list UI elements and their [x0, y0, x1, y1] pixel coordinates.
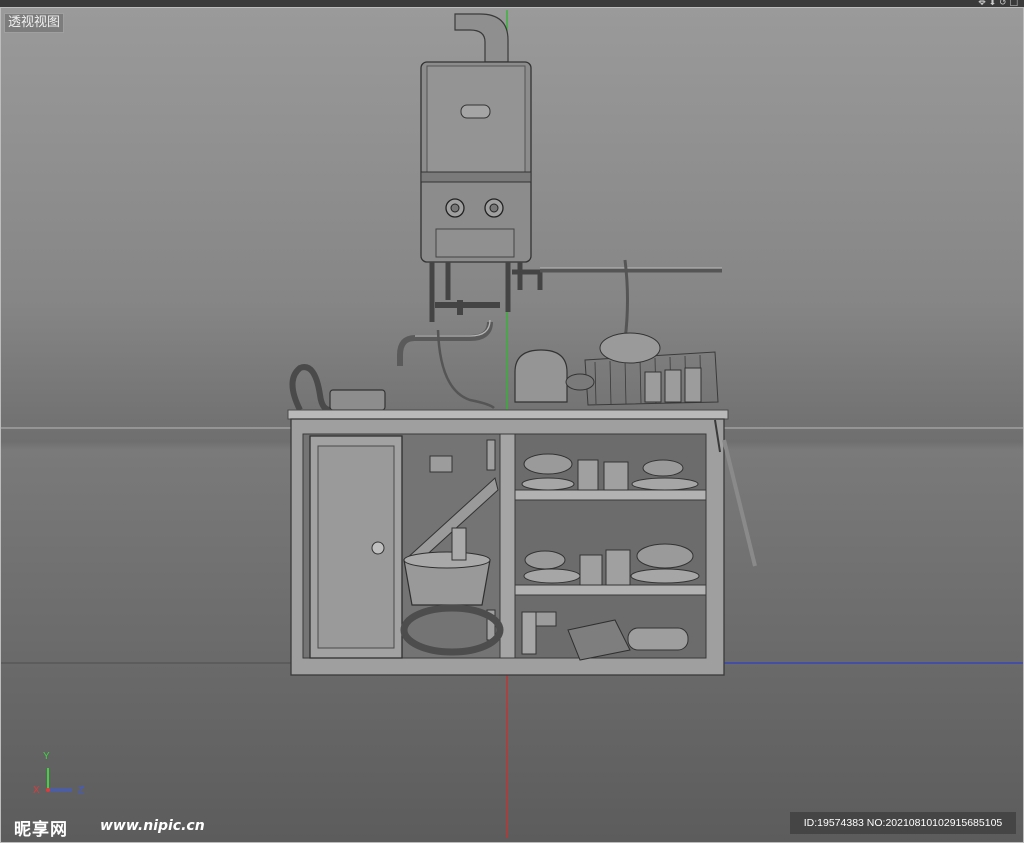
- axis-y-label: Y: [43, 751, 50, 762]
- gas-bottle: [627, 627, 689, 651]
- axis-z-label: Z: [78, 785, 85, 796]
- bucket-rim: [403, 551, 491, 569]
- heater-knob-left-inner: [450, 203, 460, 213]
- heater-knob-right-inner: [489, 203, 499, 213]
- bowl-3: [524, 550, 566, 570]
- shelf-top: [514, 489, 707, 501]
- door-knob: [371, 541, 385, 555]
- plate-stack-4: [523, 568, 581, 584]
- rice-cooker: [514, 349, 568, 403]
- flue-pipe: [454, 13, 509, 63]
- rack-plate: [599, 332, 661, 364]
- water-heater-band: [420, 171, 532, 183]
- scene-render: [0, 10, 1024, 838]
- image-id-badge: ID:19574383 NO:20210810102915685105: [790, 812, 1016, 834]
- rack-cup-2: [664, 369, 682, 403]
- rack-cup-3: [684, 367, 702, 403]
- gizmo-origin: [46, 788, 50, 792]
- cup-3: [579, 554, 603, 586]
- bowl-2: [642, 459, 684, 477]
- hinge-top: [486, 439, 496, 471]
- plate-stack-2: [521, 477, 575, 491]
- viewport-label[interactable]: 透视视图: [4, 13, 65, 33]
- coiled-hose: [289, 364, 331, 413]
- gas-hose: [623, 259, 629, 341]
- cinema4d-window: … … … … … ✥ ⬇ ↺ □: [0, 0, 1024, 843]
- faucet-spout-hl: [415, 319, 491, 337]
- watermark-logo: 昵享网: [14, 820, 68, 840]
- spray-bottle: [451, 527, 467, 561]
- valve-cross: [435, 300, 500, 315]
- water-heater-logo: [460, 104, 491, 119]
- shelf-middle: [514, 584, 707, 596]
- watermark-url: www.nipic.cn: [100, 818, 205, 834]
- water-hose: [436, 329, 495, 409]
- countertop: [287, 409, 729, 420]
- plate-stack-3: [630, 568, 700, 584]
- water-heater-upper: [426, 65, 526, 173]
- pan-lid: [565, 373, 595, 391]
- heater-display-panel: [435, 228, 515, 258]
- pot: [636, 543, 694, 569]
- rack-cup-1: [644, 371, 662, 403]
- heater-pipes: [429, 262, 543, 322]
- bottle-neck: [521, 611, 537, 655]
- cup-1: [577, 459, 599, 491]
- faucet-spout: [397, 321, 493, 366]
- cup-2: [603, 461, 629, 491]
- stove-box: [329, 389, 386, 411]
- small-can: [429, 455, 453, 473]
- side-pipe: [722, 439, 757, 567]
- axis-x-label: X: [33, 785, 40, 796]
- bowl-1: [523, 453, 573, 475]
- axis-gizmo-icon: [46, 768, 72, 792]
- plate-stack-1: [631, 477, 699, 491]
- cup-4: [605, 549, 631, 586]
